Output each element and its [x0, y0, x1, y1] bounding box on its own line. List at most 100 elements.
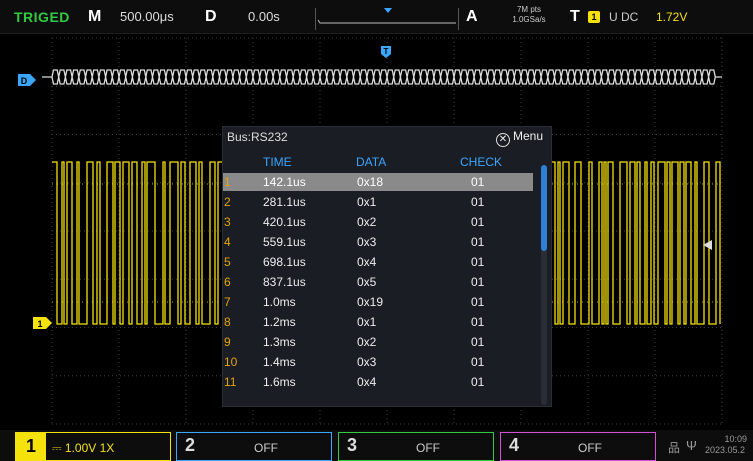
row-index: 8	[224, 315, 231, 329]
table-row[interactable]: 6 837.1us 0x5 01	[223, 273, 533, 291]
bus-dialog-title: Bus:RS232	[227, 130, 288, 144]
timebase-value[interactable]: 500.00μs	[120, 0, 174, 34]
channel-3-number: 3	[347, 435, 358, 455]
table-row[interactable]: 1 142.1us 0x18 01	[223, 173, 533, 191]
acquisition-info[interactable]: 7M pts 1.0GSa/s	[497, 5, 561, 25]
row-time: 559.1us	[263, 235, 306, 249]
row-data: 0x2	[357, 335, 377, 349]
row-time: 142.1us	[263, 175, 306, 189]
delay-key[interactable]: D	[205, 0, 217, 34]
row-data: 0x2	[357, 215, 377, 229]
row-check: 01	[471, 275, 485, 289]
row-index: 2	[224, 195, 231, 209]
row-time: 281.1us	[263, 195, 306, 209]
table-row[interactable]: 7 1.0ms 0x19 01	[223, 293, 533, 311]
row-index: 11	[224, 375, 237, 389]
row-index: 4	[224, 235, 231, 249]
row-index: 10	[224, 355, 238, 369]
ch1-position-marker: 1	[33, 317, 52, 329]
overview-wave-graphic	[317, 8, 456, 24]
table-row[interactable]: 11 1.6ms 0x4 01	[223, 373, 533, 391]
channel-4-number: 4	[509, 435, 520, 455]
row-check: 01	[471, 175, 485, 189]
table-row[interactable]: 3 420.1us 0x2 01	[223, 213, 533, 231]
trigger-position-marker: T	[381, 46, 391, 58]
row-data: 0x1	[357, 315, 377, 329]
channel-1-number: 1	[16, 433, 46, 460]
overview-trigger-marker	[384, 8, 392, 13]
row-check: 01	[471, 295, 485, 309]
bus-decode-dialog[interactable]: Bus:RS232 ✕ Menu TIME DATA CHECK 1 142.1u…	[222, 126, 552, 407]
row-data: 0x18	[357, 175, 384, 189]
row-check: 01	[471, 315, 485, 329]
row-check: 01	[471, 195, 485, 209]
table-row[interactable]: 5 698.1us 0x4 01	[223, 253, 533, 271]
channel-4-status[interactable]: 4 OFF	[500, 432, 656, 461]
top-status-bar: TRIGED M 500.00μs D 0.00s A 7M pts 1.0GS…	[0, 0, 753, 34]
channel-status-bar: 1 ⎓ 1.00V 1X 2 OFF 3 OFF 4 OFF 品 Ψ 10:09…	[0, 430, 753, 461]
row-time: 420.1us	[263, 215, 306, 229]
dc-coupling-icon: ⎓	[52, 441, 65, 455]
horizontal-key[interactable]: M	[88, 0, 101, 34]
row-index: 1	[224, 175, 231, 189]
row-data: 0x3	[357, 355, 377, 369]
row-data: 0x4	[357, 255, 377, 269]
sample-rate: 1.0GSa/s	[512, 15, 546, 24]
column-header-check: CHECK	[460, 155, 503, 169]
acquire-key[interactable]: A	[466, 0, 478, 34]
row-index: 7	[224, 295, 231, 309]
clock-date: 2023.05.2	[705, 445, 746, 455]
row-data: 0x5	[357, 275, 377, 289]
trigger-status: TRIGED	[14, 9, 70, 25]
menu-button[interactable]: ✕ Menu	[495, 129, 543, 147]
table-row[interactable]: 9 1.3ms 0x2 01	[223, 333, 533, 351]
row-check: 01	[471, 255, 485, 269]
table-row[interactable]: 2 281.1us 0x1 01	[223, 193, 533, 211]
channel-4-setting: OFF	[578, 441, 602, 455]
row-data: 0x4	[357, 375, 377, 389]
column-header-time: TIME	[263, 155, 292, 169]
table-row[interactable]: 8 1.2ms 0x1 01	[223, 313, 533, 331]
row-check: 01	[471, 375, 485, 389]
channel-2-status[interactable]: 2 OFF	[176, 432, 332, 461]
row-check: 01	[471, 355, 485, 369]
row-time: 1.2ms	[263, 315, 296, 329]
channel-1-setting-text: 1.00V 1X	[64, 441, 115, 455]
row-check: 01	[471, 235, 485, 249]
column-header-data: DATA	[356, 155, 387, 169]
system-clock: 10:09 2023.05.2	[705, 434, 753, 456]
channel-3-status[interactable]: 3 OFF	[338, 432, 494, 461]
row-index: 3	[224, 215, 231, 229]
clock-time: 10:09	[724, 434, 747, 444]
table-scrollbar[interactable]	[541, 165, 547, 405]
trigger-mode[interactable]: U DC	[609, 0, 638, 34]
trigger-key[interactable]: T	[570, 0, 580, 34]
ch1-marker-label: 1	[37, 319, 42, 329]
row-check: 01	[471, 215, 485, 229]
memory-depth: 7M pts	[516, 5, 541, 14]
bus-marker-label: D	[21, 76, 28, 86]
table-row[interactable]: 10 1.4ms 0x3 01	[223, 353, 533, 371]
menu-button-label: Menu	[512, 129, 543, 143]
channel-1-setting: ⎓ 1.00V 1X	[52, 441, 114, 456]
usb-icon: Ψ	[686, 438, 697, 453]
delay-value[interactable]: 0.00s	[248, 0, 280, 34]
row-time: 1.4ms	[263, 355, 296, 369]
waveform-overview[interactable]	[315, 8, 459, 30]
row-data: 0x19	[357, 295, 384, 309]
row-time: 1.0ms	[263, 295, 296, 309]
scrollbar-thumb[interactable]	[541, 165, 547, 251]
channel-1-status[interactable]: 1 ⎓ 1.00V 1X	[15, 432, 171, 461]
trigger-channel-badge: 1	[588, 11, 600, 23]
row-time: 837.1us	[263, 275, 306, 289]
row-time: 698.1us	[263, 255, 306, 269]
row-data: 0x1	[357, 195, 377, 209]
row-index: 9	[224, 335, 231, 349]
channel-2-setting: OFF	[254, 441, 278, 455]
bus-position-marker: D	[18, 74, 36, 86]
trigger-level[interactable]: 1.72V	[656, 0, 687, 34]
waveform-display[interactable]: T D 1 Bus:RS232 ✕ Menu TIME DATA CHECK 1 …	[0, 34, 753, 428]
table-row[interactable]: 4 559.1us 0x3 01	[223, 233, 533, 251]
row-index: 5	[224, 255, 231, 269]
row-index: 6	[224, 275, 231, 289]
